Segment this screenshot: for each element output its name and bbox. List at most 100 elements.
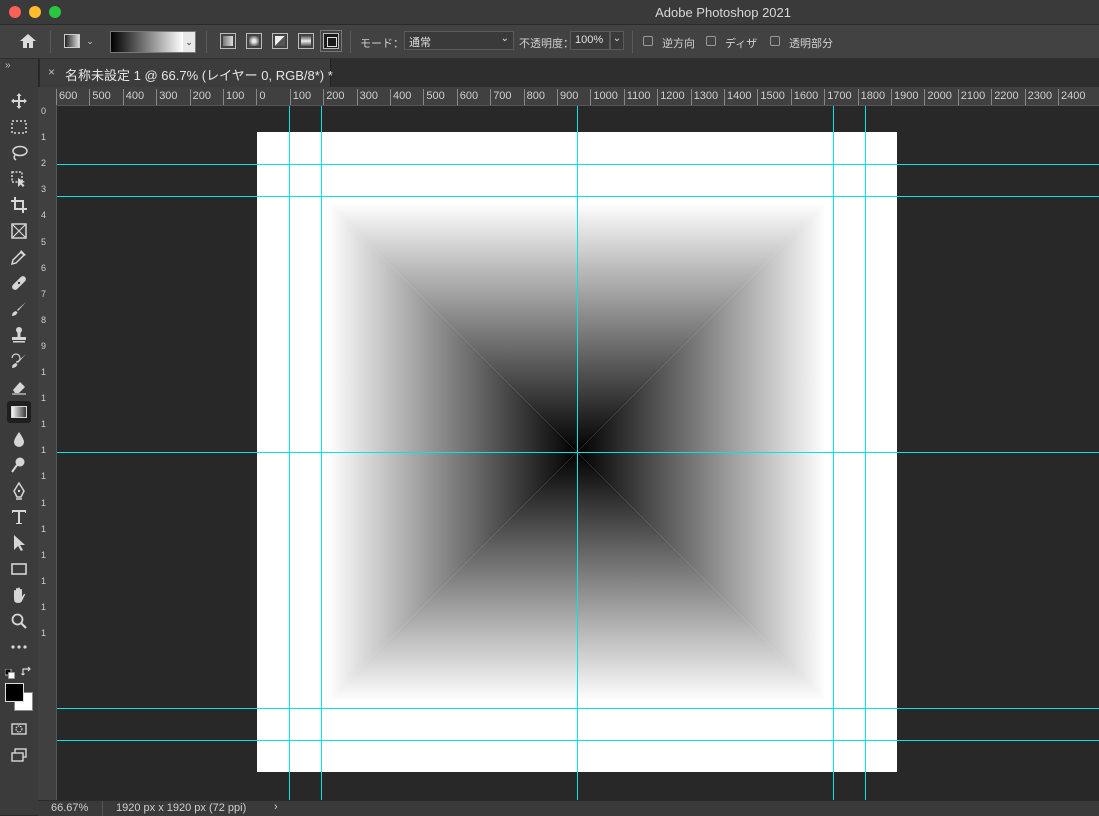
pen-icon xyxy=(13,482,25,500)
reverse-checkbox[interactable] xyxy=(643,36,653,46)
canvas-area[interactable] xyxy=(57,106,1099,800)
vertical-guide[interactable] xyxy=(321,106,322,800)
water-drop-icon xyxy=(14,432,24,447)
ruler-tick xyxy=(156,89,158,105)
marquee-tool[interactable] xyxy=(7,116,31,138)
gradient-picker-dropdown[interactable]: ⌄ xyxy=(183,31,196,53)
ruler-tick xyxy=(390,89,391,105)
document-tab[interactable]: × 名称未設定 1 @ 66.7% (レイヤー 0, RGB/8*) * xyxy=(40,59,333,87)
horizontal-guide[interactable] xyxy=(57,708,1099,709)
ruler-tick xyxy=(523,89,525,105)
zoom-level[interactable]: 66.67% xyxy=(51,802,88,814)
chevron-down-icon: ⌄ xyxy=(185,36,193,47)
ruler-tick-label: 500 xyxy=(426,90,445,102)
default-colors-button[interactable] xyxy=(4,666,15,679)
dither-checkbox[interactable] xyxy=(706,36,716,46)
lasso-tool[interactable] xyxy=(7,142,31,164)
zoom-tool[interactable] xyxy=(7,610,31,632)
rectangle-tool[interactable] xyxy=(7,558,31,580)
horizontal-guide[interactable] xyxy=(57,740,1099,741)
frame-tool[interactable] xyxy=(7,220,31,242)
eyedropper-tool[interactable] xyxy=(7,246,31,268)
chevron-down-icon: ⌄ xyxy=(86,35,94,46)
quick-mask-button[interactable] xyxy=(7,718,31,740)
ruler-tick-label: 7 xyxy=(41,288,47,299)
transparency-checkbox[interactable] xyxy=(770,36,780,46)
ruler-tick xyxy=(557,89,558,105)
more-tools[interactable] xyxy=(7,636,31,658)
gradient-editor-swatch[interactable] xyxy=(110,31,184,53)
ruler-tick-label: 1800 xyxy=(860,90,886,102)
tool-preset-picker[interactable]: ⌄ xyxy=(60,32,98,50)
panel-collapse-toggle[interactable]: » xyxy=(5,60,11,71)
ruler-tick-label: 400 xyxy=(125,90,145,102)
document-tabs: × 名称未設定 1 @ 66.7% (レイヤー 0, RGB/8*) * xyxy=(40,59,1099,87)
horizontal-guide[interactable] xyxy=(57,196,1099,197)
swap-colors-button[interactable] xyxy=(21,665,33,677)
ruler-tick xyxy=(56,89,57,105)
ruler-tick xyxy=(623,89,625,105)
opacity-input[interactable]: 100% xyxy=(570,31,610,50)
status-menu-arrow[interactable]: › xyxy=(274,801,278,813)
vertical-ruler[interactable]: 0 1 2 3 4 5 6 7 8 9 1 1 1 1 1 1 1 1 1 1 1 xyxy=(38,105,57,800)
screen-mode-icon xyxy=(11,748,27,762)
angle-gradient-button[interactable] xyxy=(272,33,288,49)
vertical-guide[interactable] xyxy=(833,106,834,800)
brush-tool[interactable] xyxy=(7,298,31,320)
diamond-gradient-button[interactable] xyxy=(320,30,342,52)
vertical-guide[interactable] xyxy=(577,106,578,800)
divider xyxy=(632,31,633,53)
vertical-guide[interactable] xyxy=(289,106,290,800)
radial-gradient-button[interactable] xyxy=(246,33,262,49)
eraser-tool[interactable] xyxy=(7,376,31,398)
ruler-tick xyxy=(256,89,258,105)
path-selection-tool[interactable] xyxy=(7,532,31,554)
linear-gradient-button[interactable] xyxy=(220,33,236,49)
ruler-tick-label: 1300 xyxy=(693,90,719,102)
screen-mode-button[interactable] xyxy=(7,744,31,766)
ruler-tick-label: 0 xyxy=(41,106,47,116)
radial-gradient-icon xyxy=(249,36,259,46)
ruler-tick xyxy=(323,89,325,105)
move-tool[interactable] xyxy=(7,90,31,112)
home-button[interactable] xyxy=(16,32,40,50)
home-icon xyxy=(20,34,36,48)
gradient-tool[interactable] xyxy=(7,401,31,423)
foreground-color-swatch[interactable] xyxy=(5,683,24,702)
ruler-tick-label: 1 xyxy=(41,601,47,612)
ruler-tick xyxy=(289,89,291,105)
ruler-tick-label: 1 xyxy=(41,523,47,534)
clone-stamp-tool[interactable] xyxy=(7,324,31,346)
object-select-tool[interactable] xyxy=(7,168,31,190)
crop-tool[interactable] xyxy=(7,194,31,216)
pen-tool[interactable] xyxy=(7,480,31,502)
mode-select[interactable]: 通常 ⌄ xyxy=(404,31,514,50)
default-colors-icon xyxy=(4,668,15,679)
options-bar: ⌄ ⌄ モード： 通常 ⌄ 不透明度： 100% ⌄ 逆方向 ディザ 透明部分 xyxy=(0,25,1099,59)
mode-value: 通常 xyxy=(409,37,431,49)
reflected-gradient-button[interactable] xyxy=(298,33,314,49)
history-brush-tool[interactable] xyxy=(7,350,31,372)
ruler-tick-label: 300 xyxy=(159,90,178,102)
type-tool[interactable] xyxy=(7,506,31,528)
vertical-guide[interactable] xyxy=(865,106,866,800)
ruler-tick-label: 1 xyxy=(41,132,47,143)
ruler-tick xyxy=(122,89,124,105)
eyedropper-icon xyxy=(10,250,26,266)
opacity-dropdown[interactable]: ⌄ xyxy=(610,31,624,50)
dodge-tool[interactable] xyxy=(7,454,31,476)
hand-tool[interactable] xyxy=(7,584,31,606)
ruler-tick-label: 300 xyxy=(359,90,378,102)
ruler-origin[interactable] xyxy=(38,87,56,105)
quick-mask-icon xyxy=(11,723,27,735)
ruler-tick-label: 2 xyxy=(41,158,47,169)
blur-tool[interactable] xyxy=(7,428,31,450)
close-tab-icon[interactable]: × xyxy=(48,65,55,79)
horizontal-guide[interactable] xyxy=(57,452,1099,453)
ruler-tick-label: 2000 xyxy=(927,90,952,102)
horizontal-ruler[interactable]: 600 500 400 300 200 100 0 100 200 300 400 500 600 700… xyxy=(56,87,1099,106)
rectangle-icon xyxy=(11,563,27,575)
ruler-tick-label: 1700 xyxy=(827,90,852,102)
healing-brush-tool[interactable] xyxy=(7,272,31,294)
horizontal-guide[interactable] xyxy=(57,164,1099,165)
